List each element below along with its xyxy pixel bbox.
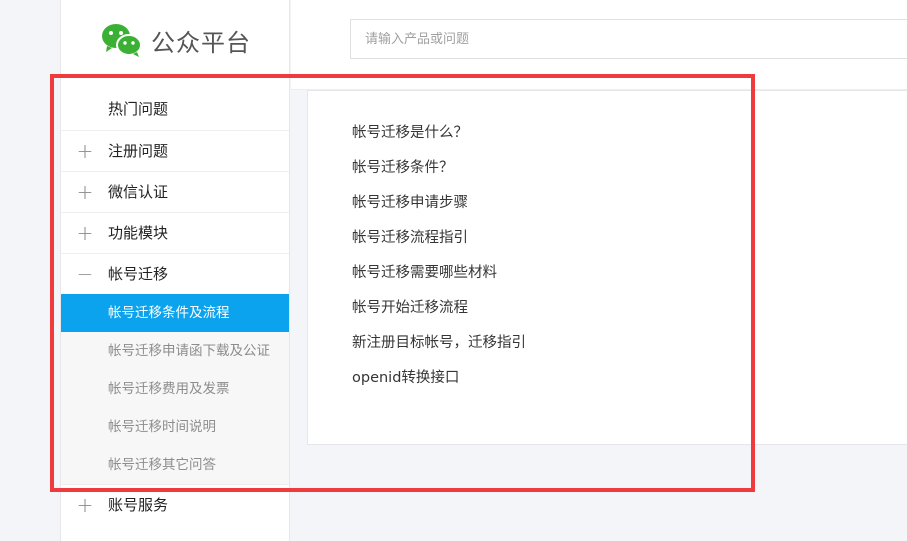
sidebar-item-label: 功能模块 [108,224,169,242]
faq-link-list: 帐号迁移是什么？ 帐号迁移条件？ 帐号迁移申请步骤 帐号迁移流程指引 帐号迁移需… [352,121,526,401]
faq-panel: 帐号迁移是什么？ 帐号迁移条件？ 帐号迁移申请步骤 帐号迁移流程指引 帐号迁移需… [307,90,907,445]
faq-link[interactable]: 新注册目标帐号，迁移指引 [352,331,526,366]
sidebar-menu: 热门问题 + 注册问题 + 微信认证 + 功能模块 − 帐号迁移 帐号迁移条件及… [61,89,289,525]
faq-link[interactable]: openid转换接口 [352,366,526,401]
faq-link[interactable]: 帐号迁移流程指引 [352,226,526,261]
submenu-account-migration: 帐号迁移条件及流程 帐号迁移申请函下载及公证 帐号迁移费用及发票 帐号迁移时间说… [61,294,289,484]
faq-link[interactable]: 帐号开始迁移流程 [352,296,526,331]
faq-link[interactable]: 帐号迁移申请步骤 [352,191,526,226]
plus-icon: + [76,180,94,204]
sidebar: 公众平台 热门问题 + 注册问题 + 微信认证 + 功能模块 − 帐号迁移 帐号… [60,0,290,541]
sidebar-item-account-migration[interactable]: − 帐号迁移 [61,253,289,294]
submenu-item[interactable]: 帐号迁移申请函下载及公证 [61,332,289,370]
brand-logo[interactable]: 公众平台 [101,20,251,60]
sidebar-item-label: 帐号迁移 [108,265,169,283]
plus-icon: + [76,493,94,517]
submenu-item-active[interactable]: 帐号迁移条件及流程 [61,294,289,332]
search-box[interactable] [350,19,907,59]
brand-name: 公众平台 [151,28,251,57]
faq-link[interactable]: 帐号迁移条件？ [352,156,526,191]
search-input[interactable] [351,20,907,58]
sidebar-item-registration[interactable]: + 注册问题 [61,130,289,171]
submenu-item[interactable]: 帐号迁移费用及发票 [61,370,289,408]
submenu-item[interactable]: 帐号迁移时间说明 [61,408,289,446]
sidebar-item-label: 账号服务 [108,496,169,514]
sidebar-item-label: 微信认证 [108,183,169,201]
plus-icon: + [76,139,94,163]
sidebar-item-hot-questions[interactable]: 热门问题 [61,89,289,130]
plus-icon: + [76,221,94,245]
sidebar-item-certification[interactable]: + 微信认证 [61,171,289,212]
faq-link[interactable]: 帐号迁移是什么？ [352,121,526,156]
sidebar-item-account-service[interactable]: + 账号服务 [61,484,289,525]
minus-icon: − [76,262,94,286]
faq-link[interactable]: 帐号迁移需要哪些材料 [352,261,526,296]
sidebar-item-label: 热门问题 [108,100,169,118]
submenu-item[interactable]: 帐号迁移其它问答 [61,446,289,484]
sidebar-item-label: 注册问题 [108,142,169,160]
wechat-logo-icon [102,24,142,57]
sidebar-item-features[interactable]: + 功能模块 [61,212,289,253]
